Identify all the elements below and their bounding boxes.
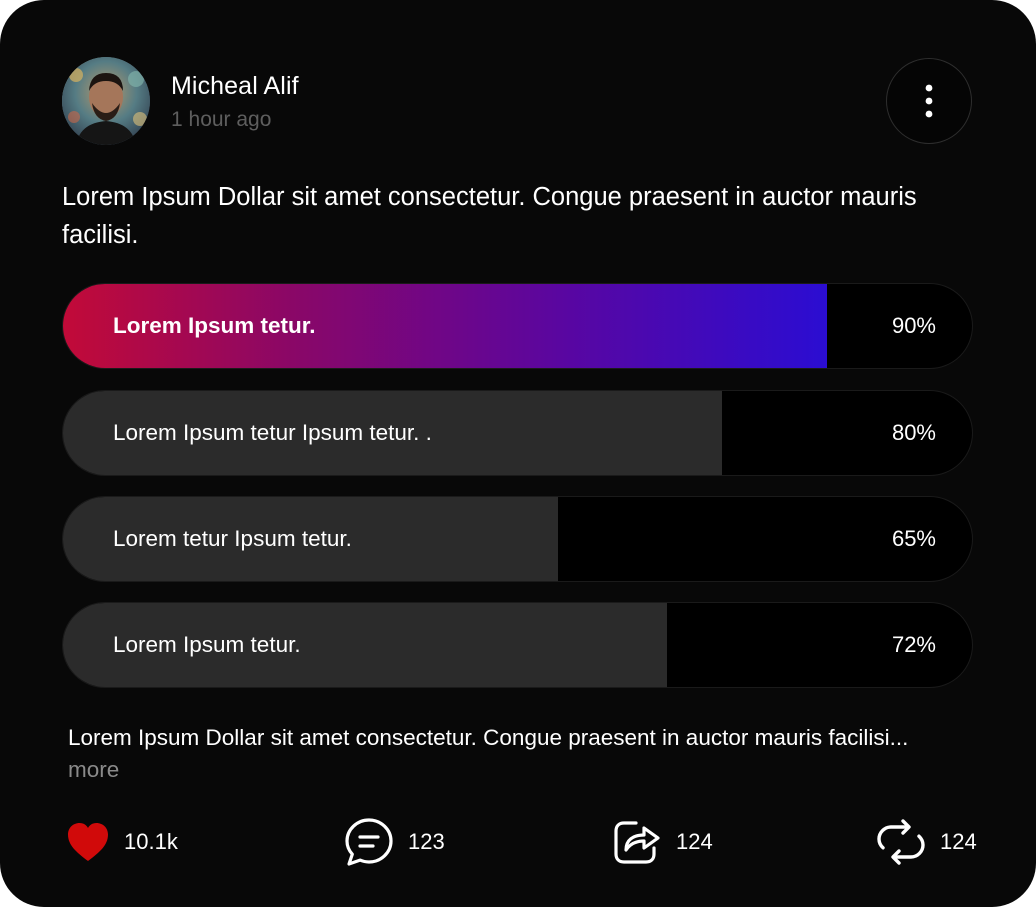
poll-option-1[interactable]: Lorem Ipsum tetur. 90% [62,283,973,369]
heart-icon [68,823,108,861]
poll-option-percent: 90% [891,313,936,338]
poll-option-label: Lorem tetur Ipsum tetur. [113,526,352,551]
poll-option-3[interactable]: Lorem tetur Ipsum tetur. 65% [62,496,973,582]
like-count: 10.1k [124,829,178,854]
share-count: 124 [676,829,713,854]
poll-option-percent: 72% [891,632,936,657]
share-button[interactable]: 124 [612,812,713,872]
repeat-icon [877,819,925,865]
avatar-image [62,57,150,145]
post-text: Lorem Ipsum Dollar sit amet consectetur.… [62,183,917,249]
poll-option-label: Lorem Ipsum tetur. [113,313,316,338]
chat-bubble-icon [345,818,393,866]
repost-count: 124 [940,829,977,854]
poll-option-label: Lorem Ipsum tetur Ipsum tetur. . [113,420,432,445]
poll-option-2[interactable]: Lorem Ipsum tetur Ipsum tetur. . 80% [62,390,973,476]
like-button[interactable]: 10.1k [66,812,178,872]
share-arrow-icon [614,821,660,864]
read-more-link[interactable]: more [68,757,119,782]
repost-button[interactable]: 124 [876,812,977,872]
poll-post-card: Micheal Alif 1 hour ago Lorem Ipsum Doll… [0,0,1036,907]
more-vertical-icon [925,84,933,118]
comment-button[interactable]: 123 [344,812,445,872]
post-caption: Lorem Ipsum Dollar sit amet consectetur.… [68,722,918,786]
poll-option-percent: 80% [891,420,936,445]
poll-option-label: Lorem Ipsum tetur. [113,632,301,657]
poll-option-4[interactable]: Lorem Ipsum tetur. 72% [62,602,973,688]
author-name[interactable]: Micheal Alif [171,72,299,101]
avatar[interactable] [62,57,150,145]
post-timestamp: 1 hour ago [171,108,272,131]
caption-text: Lorem Ipsum Dollar sit amet consectetur.… [68,725,909,750]
more-options-button[interactable] [886,58,972,144]
comment-count: 123 [408,829,445,854]
poll-option-percent: 65% [891,526,936,551]
